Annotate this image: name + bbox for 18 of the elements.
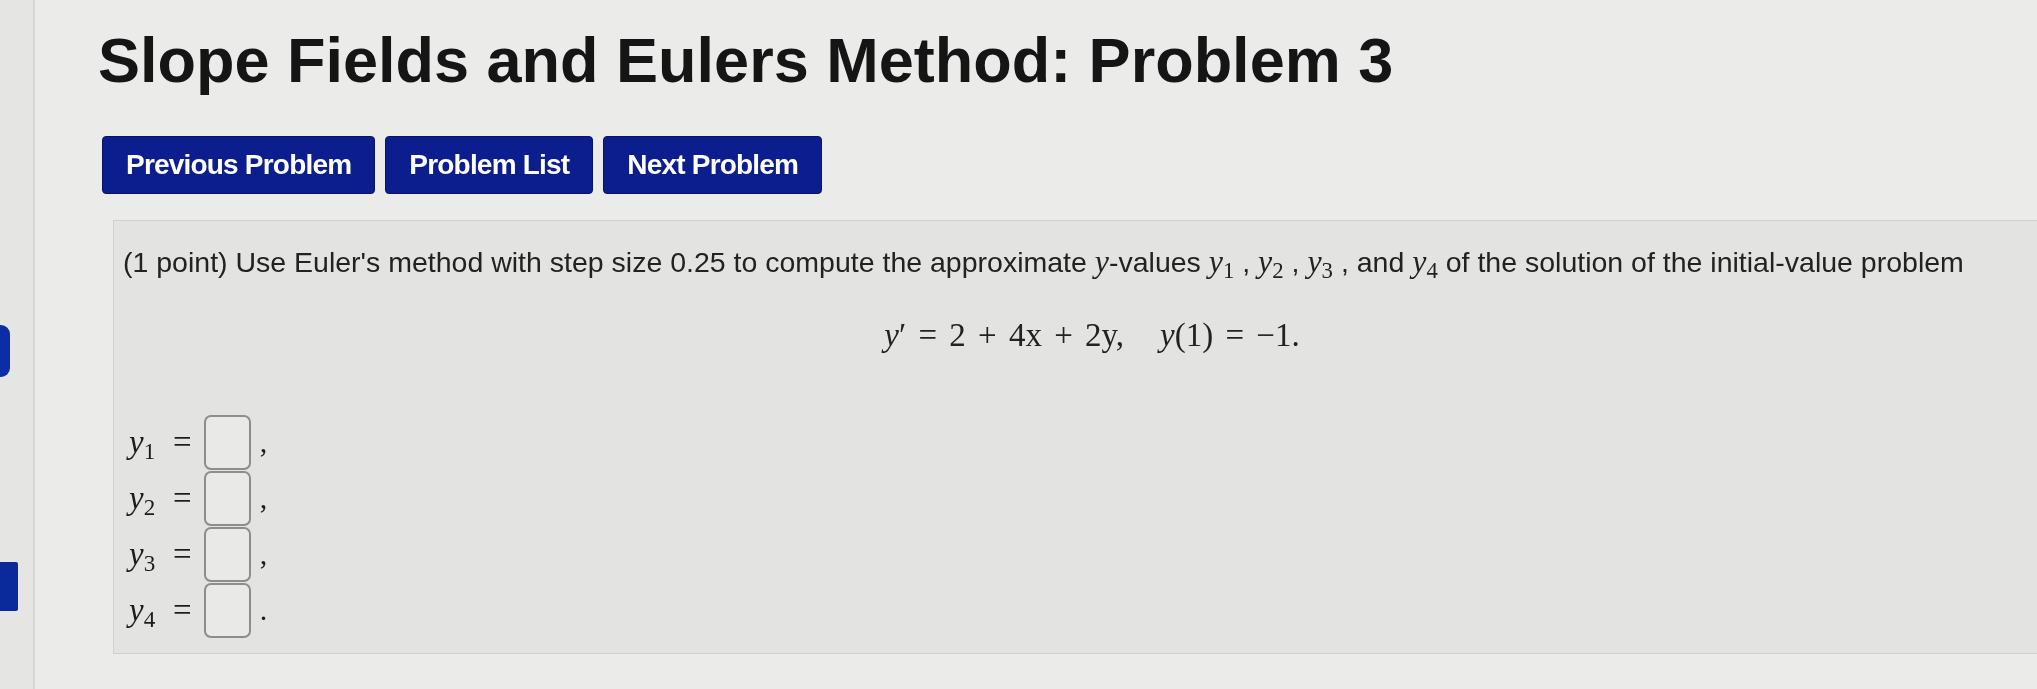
punctuation-mark: , <box>259 483 268 514</box>
page-title: Slope Fields and Eulers Method: Problem 3 <box>98 24 1394 97</box>
punctuation-mark: , <box>259 427 268 458</box>
punctuation-mark: , <box>259 539 268 570</box>
nav-button[interactable]: Next Problem <box>603 136 823 195</box>
answer-box[interactable] <box>203 526 251 582</box>
answer-box[interactable] <box>203 470 251 526</box>
nav-button[interactable]: Problem List <box>385 136 594 195</box>
answer-box[interactable] <box>203 414 251 470</box>
equals-sign: = <box>173 481 192 515</box>
problem-statement: (1 point) Use Euler's method with step size 0.25 to compute the approximate y-values y$_{1}$ , y$_{2}$ , y$_{3}$ , and y$_{4}$ of the solution of the initial-value problem <box>123 243 1965 283</box>
sidebar-tab[interactable] <box>0 325 10 377</box>
equals-sign: = <box>173 425 192 459</box>
punctuation-mark: . <box>259 595 268 626</box>
answer-box[interactable] <box>203 582 251 638</box>
equals-sign: = <box>173 537 192 571</box>
nav-button[interactable]: Previous Problem <box>102 136 376 195</box>
equals-sign: = <box>173 593 192 627</box>
